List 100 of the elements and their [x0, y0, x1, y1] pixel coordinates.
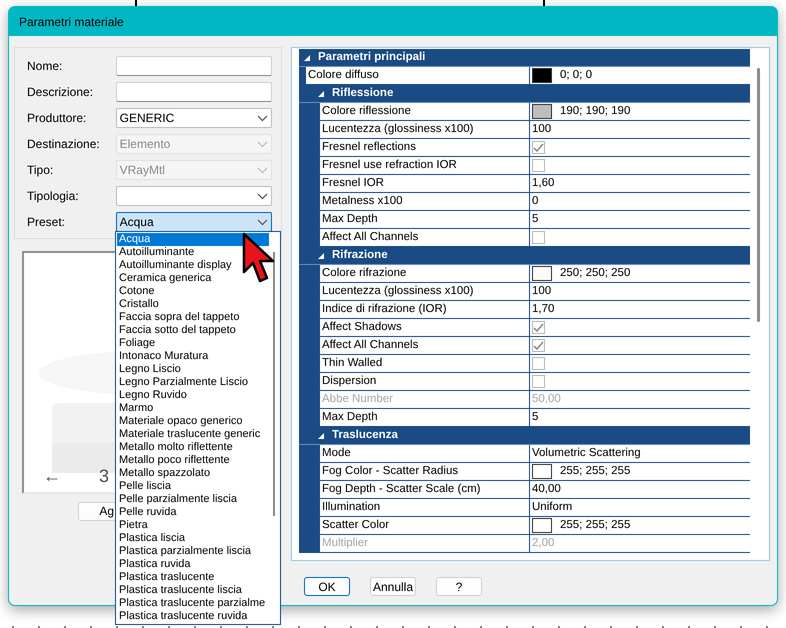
section-header[interactable]: Traslucenza — [299, 427, 750, 445]
list-item[interactable]: Plastica traslucente — [117, 571, 269, 584]
list-item[interactable]: Metallo spazzolato — [117, 467, 269, 480]
list-item[interactable]: Plastica traslucente ruvida — [117, 610, 269, 623]
checkbox[interactable] — [532, 357, 545, 370]
list-item[interactable]: Pelle ruvida — [117, 506, 269, 519]
property-value: 5 — [532, 410, 538, 425]
dropdown-field[interactable]: Acqua — [116, 212, 272, 232]
field-label: Descrizione: — [27, 84, 94, 101]
checkbox[interactable] — [532, 141, 545, 154]
list-item[interactable]: Metallo poco riflettente — [117, 454, 269, 467]
property-label: Affect Shadows — [320, 319, 530, 336]
checkbox[interactable] — [532, 375, 545, 388]
property-label: Max Depth — [320, 211, 530, 228]
field-label: Nome: — [27, 58, 64, 75]
back-arrow[interactable]: ← — [43, 463, 61, 490]
help-button[interactable]: ? — [436, 577, 482, 596]
property-value: 2,00 — [532, 536, 554, 551]
list-item[interactable]: Plastica traslucente liscia — [117, 584, 269, 597]
list-item[interactable]: Legno Ruvido — [117, 389, 269, 402]
expanded-icon — [303, 54, 311, 62]
list-item[interactable]: Cotone — [117, 285, 269, 298]
list-item[interactable]: Metallo molto riflettente — [117, 441, 269, 454]
property-label: Colore riflessione — [320, 103, 530, 120]
color-swatch[interactable] — [532, 104, 552, 119]
scrollbar[interactable] — [757, 68, 760, 322]
color-swatch[interactable] — [532, 266, 552, 281]
chevron-down-icon — [257, 218, 268, 226]
window-title: Parametri materiale — [19, 14, 124, 30]
property-value: 1,60 — [532, 176, 554, 191]
field-label: Tipo: — [27, 162, 54, 179]
checkbox[interactable] — [532, 159, 545, 172]
list-item[interactable]: Marmo — [117, 402, 269, 415]
apply-button[interactable]: Ag — [78, 502, 115, 521]
field-label: Preset: — [27, 214, 66, 231]
list-item[interactable]: Plastica ruvida — [117, 558, 269, 571]
property-label: Fog Color - Scatter Radius — [320, 463, 530, 480]
page-counter: 3 — [99, 465, 110, 488]
color-swatch[interactable] — [532, 68, 552, 83]
property-value: 255; 255; 255 — [560, 518, 630, 533]
chevron-down-icon — [257, 192, 268, 200]
section-title: Parametri principali — [318, 50, 426, 65]
property-value: Uniform — [532, 500, 572, 515]
list-item[interactable]: Faccia sopra del tappeto — [117, 311, 269, 324]
list-item[interactable]: Plastica traslucente parzialme — [117, 597, 269, 610]
property-value: 0; 0; 0 — [560, 68, 592, 83]
section-title: Traslucenza — [332, 428, 398, 443]
scrollbar[interactable] — [273, 252, 275, 516]
list-item[interactable]: Plastica liscia — [117, 532, 269, 545]
color-swatch[interactable] — [532, 518, 552, 533]
list-item[interactable]: Materiale opaco generico — [117, 415, 269, 428]
list-item[interactable]: Legno Parzialmente Liscio — [117, 376, 269, 389]
checkbox[interactable] — [532, 231, 545, 244]
dropdown-field[interactable] — [116, 186, 272, 206]
list-item[interactable]: Ceramica generica — [117, 272, 269, 285]
field-label: Tipologia: — [27, 188, 80, 205]
section-header[interactable]: Riflessione — [299, 85, 750, 103]
property-value: 50,00 — [532, 392, 561, 407]
list-item[interactable]: Intonaco Muratura — [117, 350, 269, 363]
expanded-icon — [317, 252, 325, 260]
list-item[interactable]: Legno Liscio — [117, 363, 269, 376]
property-label: Lucentezza (glossiness x100) — [320, 283, 530, 300]
checkbox[interactable] — [532, 321, 545, 334]
section-header[interactable]: Rifrazione — [299, 247, 750, 265]
cancel-button[interactable]: Annulla — [370, 577, 416, 596]
list-item[interactable]: Acqua — [117, 233, 269, 246]
list-item[interactable]: Faccia sotto del tappeto — [117, 324, 269, 337]
list-item[interactable]: Plastica parzialmente liscia — [117, 545, 269, 558]
property-label: Metalness x100 — [320, 193, 530, 210]
property-label: Affect All Channels — [320, 229, 530, 246]
input-field[interactable] — [116, 82, 272, 102]
cursor-icon — [242, 232, 276, 284]
checkbox[interactable] — [532, 339, 545, 352]
property-value: 250; 250; 250 — [560, 266, 630, 281]
ok-button[interactable]: OK — [304, 577, 350, 596]
section-header[interactable]: Parametri principali — [299, 49, 750, 67]
list-item[interactable]: Foliage — [117, 337, 269, 350]
list-item[interactable]: Autoilluminante display — [117, 259, 269, 272]
property-label: Dispersion — [320, 373, 530, 390]
section-title: Riflessione — [332, 86, 394, 101]
list-item[interactable]: Cristallo — [117, 298, 269, 311]
property-value: 100 — [532, 122, 552, 137]
property-label: Indice di rifrazione (IOR) — [320, 301, 530, 318]
dropdown-field[interactable]: GENERIC — [116, 108, 272, 128]
property-value: 40,00 — [532, 482, 561, 497]
property-value: 1,70 — [532, 302, 554, 317]
list-item[interactable]: Pietra — [117, 519, 269, 532]
property-label: Affect All Channels — [320, 337, 530, 354]
section-title: Rifrazione — [332, 248, 388, 263]
chevron-down-icon — [257, 114, 268, 122]
color-swatch[interactable] — [532, 464, 552, 479]
input-field[interactable] — [116, 56, 272, 76]
property-label: Fresnel reflections — [320, 139, 530, 156]
list-item[interactable]: Pelle parzialmente liscia — [117, 493, 269, 506]
list-item[interactable]: Autoilluminante — [117, 246, 269, 259]
list-item[interactable]: Materiale traslucente generic — [117, 428, 269, 441]
list-item[interactable]: Pelle liscia — [117, 480, 269, 493]
property-label: Thin Walled — [320, 355, 530, 372]
property-label: Mode — [320, 445, 530, 462]
property-label: Fog Depth - Scatter Scale (cm) — [320, 481, 530, 498]
